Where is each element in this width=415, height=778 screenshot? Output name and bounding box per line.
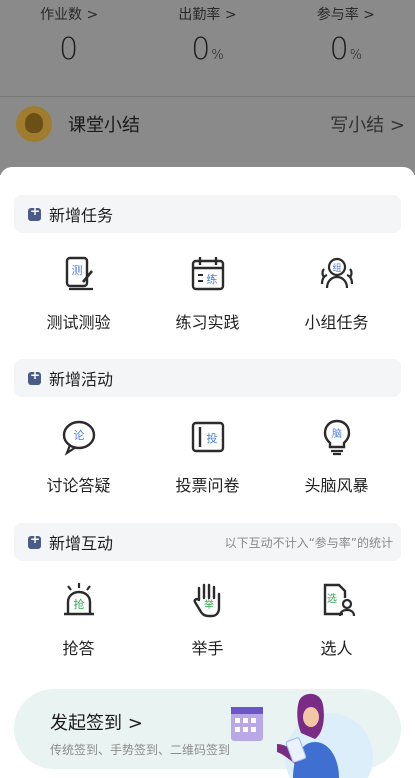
stats-bar: 作业数 > 0 出勤率 > 0% 参与率 > 0% — [0, 0, 415, 88]
summary-title: 课堂小结 — [68, 114, 140, 136]
item-raise-hand[interactable]: 举 举手 — [143, 580, 272, 659]
item-brainstorm[interactable]: 脑 头脑风暴 — [272, 417, 401, 496]
svg-text:抢: 抢 — [73, 597, 84, 611]
raise-hand-icon: 举 — [188, 580, 228, 620]
item-label: 头脑风暴 — [304, 476, 369, 495]
task-row: 测 测试测验 练 练习实践 组 小组任务 — [14, 254, 401, 333]
stat-attendance[interactable]: 出勤率 > 0% — [138, 0, 276, 88]
class-summary-row[interactable]: 课堂小结 写小结 > — [0, 96, 415, 150]
add-square-icon — [28, 204, 41, 221]
svg-text:脑: 脑 — [332, 427, 342, 440]
stat-value: 0% — [329, 32, 363, 67]
signin-illustration-icon — [231, 693, 373, 778]
item-vote[interactable]: 投 投票问卷 — [143, 417, 272, 496]
section-header-activity: 新增活动 — [14, 359, 401, 397]
item-test[interactable]: 测 测试测验 — [14, 254, 143, 333]
svg-text:论: 论 — [73, 428, 84, 442]
write-summary-link[interactable]: 写小结 > — [330, 111, 405, 137]
vote-box-icon: 投 — [188, 417, 228, 457]
svg-text:举: 举 — [204, 598, 214, 611]
test-icon: 测 — [59, 254, 99, 294]
summary-avatar-icon — [16, 105, 52, 142]
svg-text:投: 投 — [206, 431, 217, 445]
svg-text:练: 练 — [206, 272, 217, 286]
pick-person-icon: 选 — [317, 580, 357, 620]
interaction-row: 抢 抢答 举 举手 选 选人 — [14, 580, 401, 659]
item-label: 抢答 — [62, 639, 95, 658]
start-signin-banner[interactable]: 发起签到 > 传统签到、手势签到、二维码签到 — [14, 689, 401, 778]
item-label: 练习实践 — [175, 313, 240, 332]
section-note: 以下互动不计入“参与率”的统计 — [224, 535, 393, 550]
item-practice[interactable]: 练 练习实践 — [143, 254, 272, 333]
brainstorm-bulb-icon: 脑 — [317, 417, 357, 457]
item-label: 选人 — [320, 639, 353, 658]
stat-label: 作业数 > — [40, 7, 99, 23]
svg-text:测: 测 — [71, 264, 82, 277]
item-buzzer[interactable]: 抢 抢答 — [14, 580, 143, 659]
section-title: 新增互动 — [49, 534, 114, 553]
add-square-icon — [28, 368, 41, 385]
practice-calendar-icon: 练 — [188, 254, 228, 294]
stat-value: 0% — [191, 32, 224, 67]
add-square-icon — [28, 532, 41, 549]
discussion-bubble-icon: 论 — [59, 417, 99, 457]
stat-label: 参与率 > — [316, 7, 375, 23]
signin-subtitle: 传统签到、手势签到、二维码签到 — [50, 743, 231, 757]
section-title: 新增活动 — [49, 370, 114, 389]
item-label: 投票问卷 — [175, 476, 240, 495]
item-label: 举手 — [191, 639, 224, 658]
svg-text:组: 组 — [332, 262, 341, 274]
stat-homework[interactable]: 作业数 > 0 — [0, 0, 138, 88]
signin-title: 发起签到 > — [50, 713, 143, 734]
group-icon: 组 — [317, 254, 357, 294]
section-header-interaction: 新增互动 以下互动不计入“参与率”的统计 — [14, 523, 401, 561]
section-title: 新增任务 — [49, 206, 114, 225]
item-label: 讨论答疑 — [46, 476, 111, 495]
section-header-task: 新增任务 — [14, 195, 401, 233]
buzzer-icon: 抢 — [59, 580, 99, 620]
item-label: 测试测验 — [46, 313, 111, 332]
stat-participation[interactable]: 参与率 > 0% — [277, 0, 415, 88]
stat-label: 出勤率 > — [178, 7, 237, 23]
item-group[interactable]: 组 小组任务 — [272, 254, 401, 333]
svg-text:选: 选 — [327, 592, 337, 605]
item-label: 小组任务 — [304, 313, 369, 332]
stat-value: 0 — [59, 32, 79, 67]
item-pick-person[interactable]: 选 选人 — [272, 580, 401, 659]
item-discussion[interactable]: 论 讨论答疑 — [14, 417, 143, 496]
activity-row: 论 讨论答疑 投 投票问卷 脑 头脑风暴 — [14, 417, 401, 496]
